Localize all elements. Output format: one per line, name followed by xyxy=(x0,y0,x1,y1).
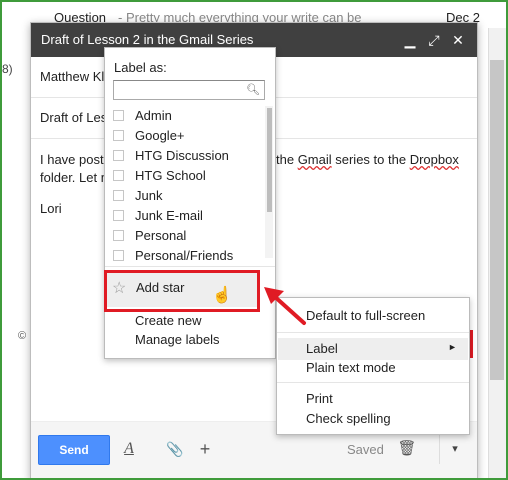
body-line-1-right: the Gmail series to the Dropbox xyxy=(276,152,459,167)
label-item-junk[interactable]: Junk xyxy=(105,186,265,206)
subject-value: Draft of Less xyxy=(40,110,114,125)
formatting-icon[interactable]: A xyxy=(118,438,140,460)
label-item-label: Personal xyxy=(135,228,187,243)
compose-title: Draft of Lesson 2 in the Gmail Series xyxy=(41,32,254,47)
label-as-menu: Label as: 🔍︎ Admin Google+ HTG Discussio… xyxy=(104,47,276,359)
label-item-label: HTG Discussion xyxy=(135,148,229,163)
label-item-label: HTG School xyxy=(135,168,206,183)
plain-text-mode-item[interactable]: Plain text mode xyxy=(306,360,396,375)
label-item-label: Personal/Friends xyxy=(135,248,234,263)
label-item-htg-discussion[interactable]: HTG Discussion xyxy=(105,146,265,166)
submenu-arrow-icon: ► xyxy=(448,342,457,352)
checkbox[interactable] xyxy=(113,190,124,201)
checkbox[interactable] xyxy=(113,250,124,261)
checkbox[interactable] xyxy=(113,230,124,241)
label-search-box[interactable]: 🔍︎ xyxy=(113,80,265,100)
label-item-admin[interactable]: Admin xyxy=(105,106,265,126)
divider xyxy=(277,332,469,333)
label-item-google-plus[interactable]: Google+ xyxy=(105,126,265,146)
left-panel-fragment: 8) xyxy=(2,62,13,76)
body-line-2: folder. Let m xyxy=(40,170,112,185)
label-item-label: Junk xyxy=(135,188,163,203)
check-spelling-item[interactable]: Check spelling xyxy=(306,411,391,426)
print-item[interactable]: Print xyxy=(306,391,333,406)
label-item-label: Google+ xyxy=(135,128,185,143)
expand-icon[interactable]: ⤢ xyxy=(423,29,445,51)
insert-icon[interactable]: + xyxy=(194,438,216,460)
search-icon: 🔍︎ xyxy=(246,84,260,96)
divider xyxy=(105,266,275,267)
default-fullscreen-item[interactable]: Default to full-screen xyxy=(306,308,425,323)
manage-labels-link[interactable]: Manage labels xyxy=(135,332,220,347)
body-text-series: series to the xyxy=(331,152,410,167)
label-item-personal-friends[interactable]: Personal/Friends xyxy=(105,246,265,266)
create-new-label-link[interactable]: Create new xyxy=(135,313,201,328)
label-item-personal[interactable]: Personal xyxy=(105,226,265,246)
send-button[interactable]: Send xyxy=(38,435,110,465)
label-item-label: Admin xyxy=(135,108,172,123)
to-value: Matthew Kl xyxy=(40,69,105,84)
checkbox[interactable] xyxy=(113,110,124,121)
red-arrow-icon xyxy=(264,287,306,325)
close-icon[interactable]: ✕ xyxy=(447,29,469,51)
body-text-dropbox: Dropbox xyxy=(409,152,459,167)
copyright-fragment: © xyxy=(18,330,27,342)
saved-status: Saved xyxy=(347,442,384,457)
more-options-button[interactable]: ▾ xyxy=(439,434,470,464)
body-text-gmail: Gmail xyxy=(297,152,332,167)
add-star-highlight-box xyxy=(104,270,260,312)
checkbox[interactable] xyxy=(113,170,124,181)
left-panel xyxy=(0,28,31,478)
label-list-scrollbar-thumb[interactable] xyxy=(267,108,272,212)
label-menu-item-label: Label xyxy=(306,341,338,356)
body-text-the: the xyxy=(276,152,298,167)
label-menu-item[interactable]: Label ► xyxy=(278,338,468,360)
attach-icon[interactable]: 📎 xyxy=(164,438,186,460)
divider xyxy=(277,382,469,383)
page-scrollbar-thumb[interactable] xyxy=(490,60,504,380)
label-item-label: Junk E-mail xyxy=(135,208,203,223)
signature: Lori xyxy=(40,201,62,216)
label-menu-title: Label as: xyxy=(114,60,167,75)
label-search-input[interactable] xyxy=(117,82,247,98)
trash-icon[interactable]: 🗑 xyxy=(396,438,418,460)
body-line-1-left: I have poste xyxy=(40,152,111,167)
checkbox[interactable] xyxy=(113,150,124,161)
minimize-icon[interactable]: ▁ xyxy=(399,29,421,51)
label-item-junk-email[interactable]: Junk E-mail xyxy=(105,206,265,226)
checkbox[interactable] xyxy=(113,130,124,141)
checkbox[interactable] xyxy=(113,210,124,221)
label-item-htg-school[interactable]: HTG School xyxy=(105,166,265,186)
label-list: Admin Google+ HTG Discussion HTG School … xyxy=(105,106,265,266)
